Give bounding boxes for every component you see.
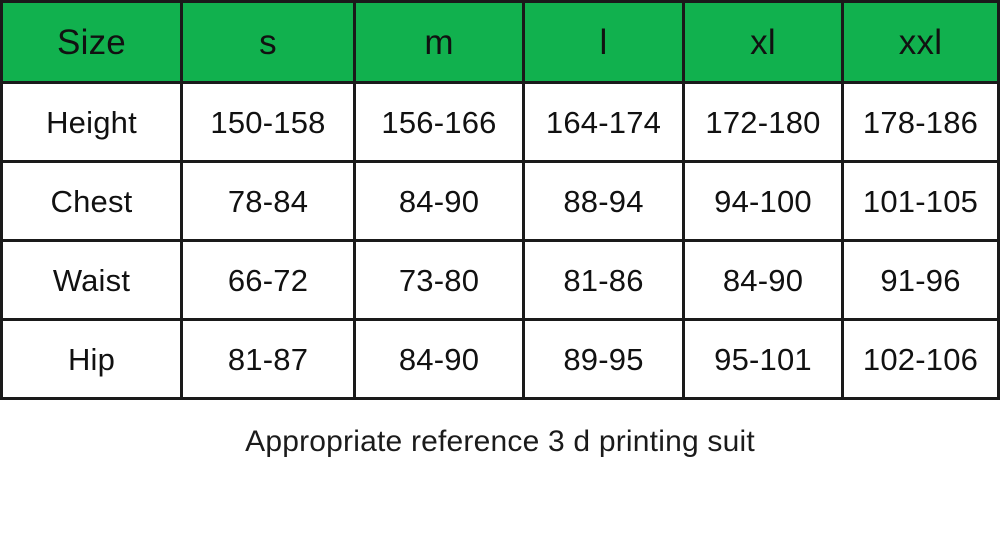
cell-height-l: 164-174: [522, 81, 685, 163]
size-chart-page: Size s m l xl xxl Height 150-158 156-166…: [0, 0, 1000, 546]
column-header-m: m: [353, 0, 525, 84]
table-row: Height 150-158 156-166 164-174 172-180 1…: [0, 81, 1000, 163]
column-header-s: s: [180, 0, 356, 84]
cell-height-xl: 172-180: [682, 81, 844, 163]
row-label-hip: Hip: [0, 318, 183, 400]
cell-chest-l: 88-94: [522, 160, 685, 242]
cell-waist-xxl: 91-96: [841, 239, 1000, 321]
row-label-chest: Chest: [0, 160, 183, 242]
cell-waist-m: 73-80: [353, 239, 525, 321]
cell-height-s: 150-158: [180, 81, 356, 163]
cell-hip-xl: 95-101: [682, 318, 844, 400]
cell-chest-m: 84-90: [353, 160, 525, 242]
table-row: Waist 66-72 73-80 81-86 84-90 91-96: [0, 239, 1000, 321]
cell-hip-m: 84-90: [353, 318, 525, 400]
row-label-waist: Waist: [0, 239, 183, 321]
table-row: Hip 81-87 84-90 89-95 95-101 102-106: [0, 318, 1000, 400]
cell-chest-xl: 94-100: [682, 160, 844, 242]
cell-waist-l: 81-86: [522, 239, 685, 321]
table-header-row: Size s m l xl xxl: [0, 0, 1000, 84]
cell-waist-s: 66-72: [180, 239, 356, 321]
table-row: Chest 78-84 84-90 88-94 94-100 101-105: [0, 160, 1000, 242]
cell-height-m: 156-166: [353, 81, 525, 163]
cell-height-xxl: 178-186: [841, 81, 1000, 163]
cell-chest-s: 78-84: [180, 160, 356, 242]
cell-waist-xl: 84-90: [682, 239, 844, 321]
size-chart-caption: Appropriate reference 3 d printing suit: [245, 425, 755, 458]
row-label-height: Height: [0, 81, 183, 163]
size-chart-table: Size s m l xl xxl Height 150-158 156-166…: [0, 0, 1000, 400]
size-chart-table-container: Size s m l xl xxl Height 150-158 156-166…: [0, 0, 1000, 400]
cell-hip-xxl: 102-106: [841, 318, 1000, 400]
column-header-size: Size: [0, 0, 183, 84]
cell-chest-xxl: 101-105: [841, 160, 1000, 242]
column-header-xxl: xxl: [841, 0, 1000, 84]
column-header-l: l: [522, 0, 685, 84]
cell-hip-l: 89-95: [522, 318, 685, 400]
column-header-xl: xl: [682, 0, 844, 84]
cell-hip-s: 81-87: [180, 318, 356, 400]
